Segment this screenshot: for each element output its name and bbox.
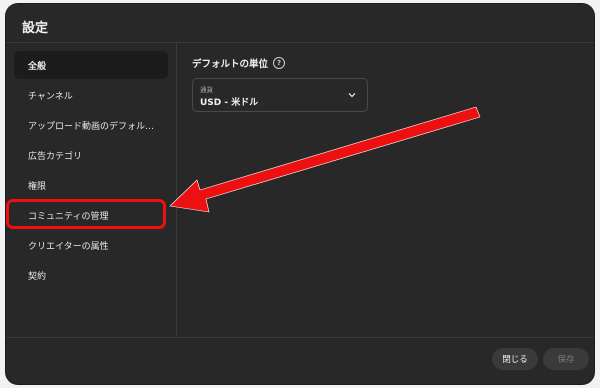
default-units-section: デフォルトの単位 ? bbox=[192, 56, 286, 70]
currency-select-value: USD - 米ドル bbox=[200, 98, 259, 108]
sidebar-item-creator-attributes[interactable]: クリエイターの属性 bbox=[14, 231, 168, 259]
chevron-down-icon bbox=[348, 93, 356, 98]
help-icon[interactable]: ? bbox=[273, 57, 286, 69]
sidebar-item-agreements[interactable]: 契約 bbox=[14, 261, 168, 289]
sidebar-item-ad-categories[interactable]: 広告カテゴリ bbox=[14, 141, 168, 169]
settings-dialog: 設定 全般 チャンネル アップロード動画のデフォル… 広告カテゴリ 権限 コミュ… bbox=[6, 4, 594, 384]
currency-select-label: 通貨 bbox=[200, 86, 213, 94]
currency-select[interactable]: 通貨 USD - 米ドル bbox=[192, 78, 368, 112]
sidebar-item-channel[interactable]: チャンネル bbox=[14, 81, 168, 109]
dialog-title: 設定 bbox=[22, 21, 49, 36]
divider bbox=[6, 337, 594, 338]
close-button[interactable]: 閉じる bbox=[492, 348, 538, 370]
sidebar-item-general[interactable]: 全般 bbox=[14, 51, 168, 79]
community-highlight-box bbox=[6, 199, 166, 229]
sidebar-item-permissions[interactable]: 権限 bbox=[14, 171, 168, 199]
save-button[interactable]: 保存 bbox=[543, 348, 589, 370]
settings-sidebar: 全般 チャンネル アップロード動画のデフォル… 広告カテゴリ 権限 コミュニティ… bbox=[6, 43, 177, 337]
section-title: デフォルトの単位 bbox=[192, 59, 269, 70]
sidebar-item-upload-defaults[interactable]: アップロード動画のデフォル… bbox=[14, 111, 168, 139]
